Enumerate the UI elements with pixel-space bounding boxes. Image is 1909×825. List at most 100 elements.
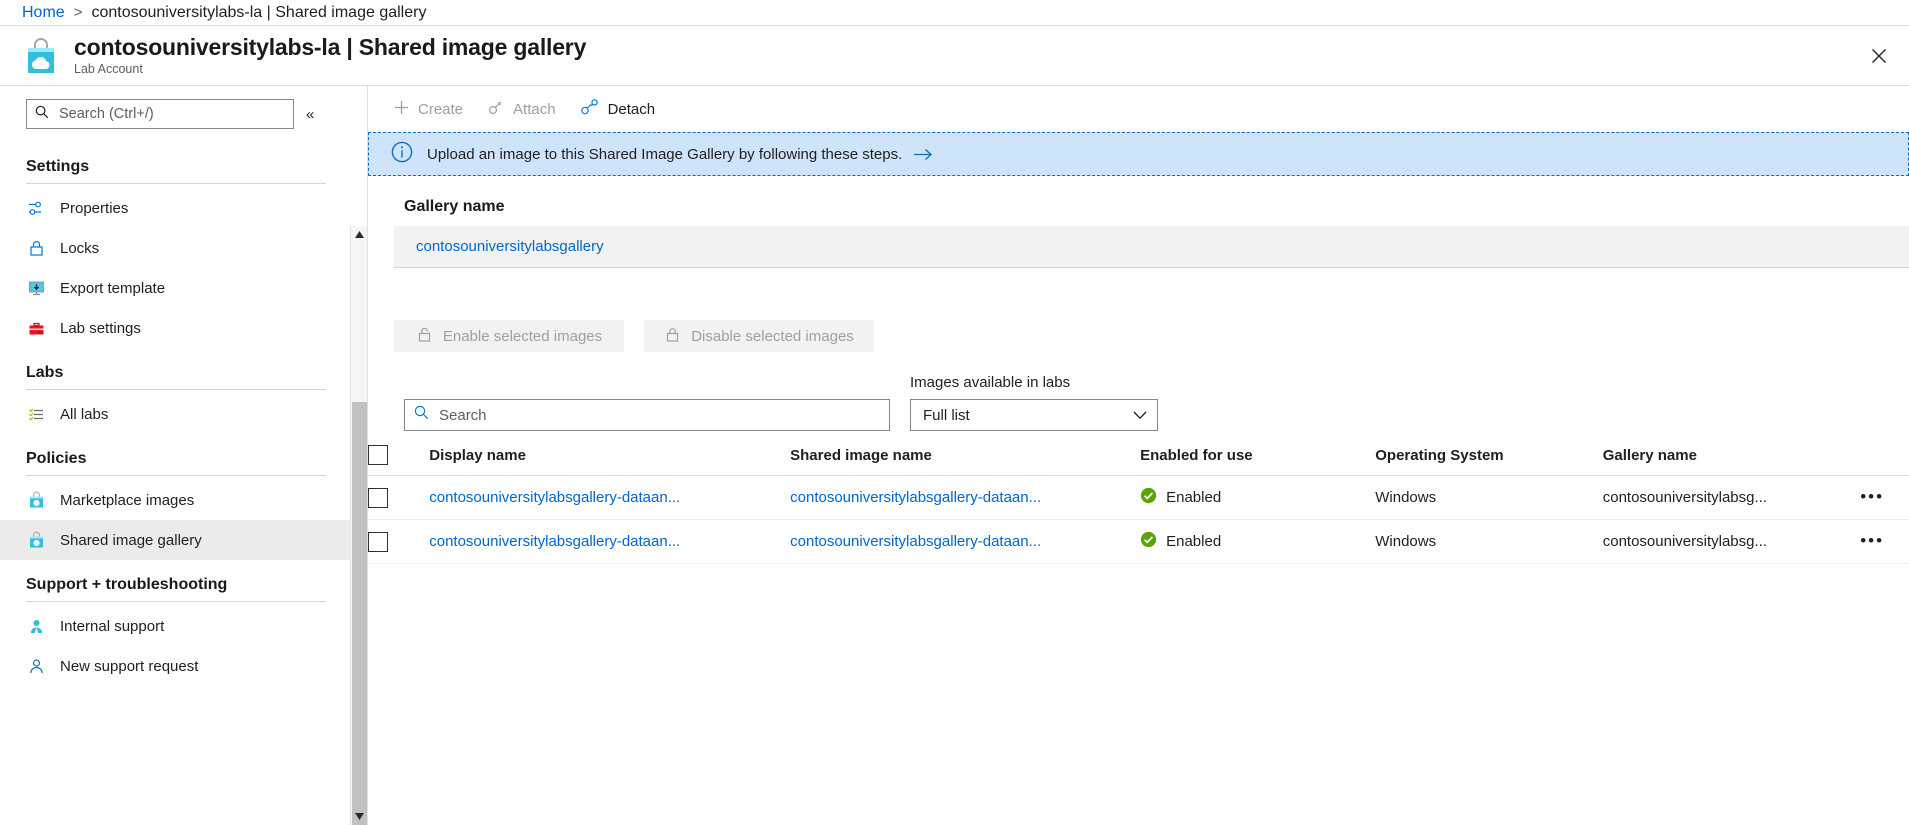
cell-row-actions: •••	[1843, 519, 1909, 564]
sidebar-group-title-labs: Labs	[26, 364, 64, 381]
filter-row: Images available in labs Full list	[368, 352, 1909, 431]
toolbox-icon	[26, 318, 46, 338]
gallery-name-label: Gallery name	[404, 198, 505, 215]
detach-button[interactable]: Detach	[570, 93, 666, 125]
sidebar-item-label: New support request	[60, 657, 199, 675]
sidebar-item-marketplace-images[interactable]: Marketplace images	[0, 480, 352, 520]
status-badge: Enabled	[1166, 489, 1222, 506]
scroll-down-icon[interactable]	[351, 808, 367, 825]
detach-button-label: Detach	[607, 100, 656, 118]
disable-selected-images-button[interactable]: Disable selected images	[644, 320, 874, 352]
table-row[interactable]: contosouniversitylabsgallery-dataan... c…	[368, 519, 1909, 564]
display-name-link[interactable]: contosouniversitylabsgallery-dataan...	[429, 489, 680, 506]
arrow-right-icon[interactable]	[914, 148, 933, 161]
sidebar-item-internal-support[interactable]: Internal support	[0, 606, 352, 646]
close-icon[interactable]	[1863, 40, 1895, 72]
display-name-link[interactable]: contosouniversitylabsgallery-dataan...	[429, 533, 680, 550]
select-all-header	[368, 445, 430, 476]
cell-gallery-name: contosouniversitylabsg...	[1602, 475, 1844, 520]
marketplace-icon	[26, 490, 46, 510]
search-input[interactable]	[57, 105, 285, 123]
cell-enabled-for-use: Enabled	[1140, 519, 1376, 564]
lab-account-icon	[22, 37, 60, 75]
table-search-input[interactable]	[437, 405, 880, 425]
cell-display-name: contosouniversitylabsgallery-dataan...	[429, 519, 791, 564]
detach-plug-icon	[580, 98, 599, 120]
lock-icon	[26, 238, 46, 258]
column-header-display-name[interactable]: Display name	[429, 445, 791, 476]
column-header-operating-system[interactable]: Operating System	[1375, 445, 1603, 476]
images-available-label: Images available in labs	[910, 374, 1071, 391]
cell-operating-system: Windows	[1375, 475, 1603, 520]
sidebar-search-row: «	[0, 86, 367, 129]
images-available-select[interactable]: Full list	[910, 399, 1158, 431]
column-header-enabled-for-use[interactable]: Enabled for use	[1140, 445, 1376, 476]
attach-button-label: Attach	[513, 100, 556, 118]
cell-enabled-for-use: Enabled	[1140, 475, 1376, 520]
table-row[interactable]: contosouniversitylabsgallery-dataan... c…	[368, 475, 1909, 520]
sidebar-item-lab-settings[interactable]: Lab settings	[0, 308, 352, 348]
sidebar-item-label: Lab settings	[60, 319, 141, 337]
sidebar-item-properties[interactable]: Properties	[0, 188, 352, 228]
cell-shared-image-name: contosouniversitylabsgallery-dataan...	[790, 475, 1141, 520]
images-available-value: Full list	[923, 406, 970, 424]
shared-image-name-link[interactable]: contosouniversitylabsgallery-dataan...	[790, 489, 1041, 506]
info-banner-text: Upload an image to this Shared Image Gal…	[427, 145, 903, 163]
cell-row-actions: •••	[1843, 475, 1909, 520]
row-select-cell	[368, 475, 430, 520]
more-options-icon[interactable]: •••	[1860, 531, 1884, 550]
breadcrumb-separator: >	[73, 4, 83, 21]
column-header-shared-image-name[interactable]: Shared image name	[790, 445, 1141, 476]
sidebar-item-label: All labs	[60, 405, 109, 423]
scroll-up-icon[interactable]	[351, 226, 367, 243]
divider	[26, 601, 326, 602]
sidebar-item-label: Marketplace images	[60, 491, 195, 509]
divider	[26, 475, 326, 476]
command-bar: Create Attach Detach	[368, 86, 1909, 132]
create-button[interactable]: Create	[384, 93, 473, 125]
gallery-name-row: contosouniversitylabsgallery	[394, 226, 1909, 268]
more-options-icon[interactable]: •••	[1860, 487, 1884, 506]
sidebar-item-new-support-request[interactable]: New support request	[0, 646, 352, 686]
sidebar-group-title-settings: Settings	[26, 158, 90, 175]
sidebar-item-label: Internal support	[60, 617, 165, 635]
sidebar-item-label: Export template	[60, 279, 166, 297]
chevron-down-icon	[1133, 407, 1147, 424]
table-header-row: Display name Shared image name Enabled f…	[368, 445, 1909, 476]
disable-selected-images-label: Disable selected images	[691, 327, 854, 345]
select-all-checkbox[interactable]	[368, 445, 388, 465]
sidebar-item-shared-image-gallery[interactable]: Shared image gallery	[0, 520, 352, 560]
sidebar-item-locks[interactable]: Locks	[0, 228, 352, 268]
column-header-gallery-name[interactable]: Gallery name	[1602, 445, 1844, 476]
attach-plug-icon	[487, 99, 504, 120]
sidebar-scrollbar[interactable]	[350, 226, 367, 825]
bulk-actions: Enable selected images Disable selected …	[368, 268, 1909, 352]
row-checkbox[interactable]	[368, 531, 388, 552]
unlock-icon	[416, 326, 433, 347]
shared-image-name-link[interactable]: contosouniversitylabsgallery-dataan...	[790, 533, 1041, 550]
status-badge: Enabled	[1166, 533, 1222, 550]
breadcrumb-home-link[interactable]: Home	[22, 4, 65, 22]
table-search-box[interactable]	[404, 399, 890, 431]
divider	[26, 183, 326, 184]
sliders-icon	[26, 198, 46, 218]
sidebar-group-title-policies: Policies	[26, 450, 87, 467]
sidebar-item-export-template[interactable]: Export template	[0, 268, 352, 308]
enable-selected-images-button[interactable]: Enable selected images	[394, 320, 624, 352]
images-table: Display name Shared image name Enabled f…	[368, 445, 1909, 564]
collapse-sidebar-icon[interactable]: «	[306, 107, 314, 122]
images-available-filter: Images available in labs Full list	[910, 374, 1158, 431]
scrollbar-thumb[interactable]	[352, 402, 367, 825]
cell-display-name: contosouniversitylabsgallery-dataan...	[429, 475, 791, 520]
row-checkbox[interactable]	[368, 487, 388, 508]
gallery-name-link[interactable]: contosouniversitylabsgallery	[416, 238, 604, 255]
page-title: contosouniversitylabs-la | Shared image …	[74, 34, 587, 60]
sidebar-item-all-labs[interactable]: All labs	[0, 394, 352, 434]
azure-portal-blade: Home > contosouniversitylabs-la | Shared…	[0, 0, 1909, 825]
sidebar-search-box[interactable]	[26, 99, 294, 129]
new-support-person-icon	[26, 656, 46, 676]
attach-button[interactable]: Attach	[477, 93, 566, 125]
sidebar-item-label: Shared image gallery	[60, 531, 202, 549]
enable-selected-images-label: Enable selected images	[442, 327, 603, 345]
sidebar-nav: Settings Properties Locks Export templat…	[0, 142, 352, 686]
